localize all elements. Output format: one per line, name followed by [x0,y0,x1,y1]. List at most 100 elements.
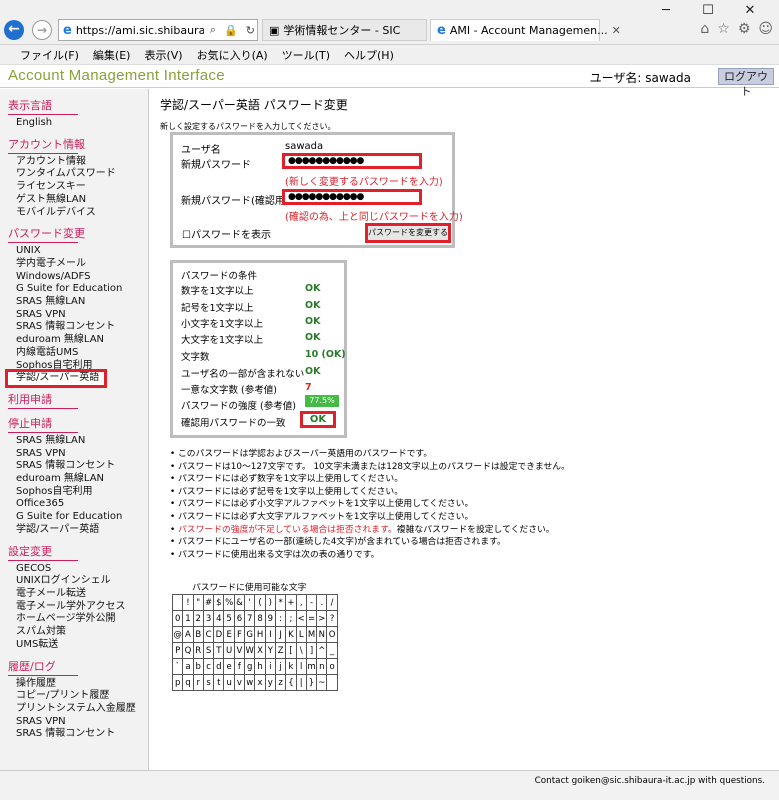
app-header: Account Management Interface ユーザ名: sawad… [0,66,779,98]
char-cell: A [182,626,194,643]
note-item: パスワードは10～127文字です。 10文字未満または128文字以上のパスワード… [170,461,770,474]
sidebar-item[interactable]: ゲスト無線LAN [16,194,148,207]
confirm-password-input[interactable]: ●●●●●●●●●●● [282,189,422,205]
gear-icon[interactable]: ⚙ [738,21,751,37]
sidebar-item[interactable]: SRAS VPN [16,448,148,461]
sidebar-item[interactable]: モバイルデバイス [16,207,148,220]
char-cell: X [254,642,266,659]
tab-ami[interactable]: e AMI - Account Managemen... ✕ [430,19,621,41]
sidebar-item[interactable]: GECOS [16,563,148,576]
char-cell: B [192,626,204,643]
char-cell: 2 [192,610,204,627]
new-password-input[interactable]: ●●●●●●●●●●● [282,153,422,169]
sidebar-item[interactable]: Sophos自宅利用 [16,360,148,373]
sidebar-section-items: SRAS 無線LAN SRAS VPN SRAS 情報コンセント eduroam 無線… [16,435,148,537]
sidebar-item[interactable]: G Suite for Education [16,283,148,296]
lock-icon[interactable]: 🔒 [222,24,240,37]
sidebar-item[interactable]: English [16,117,148,130]
char-cell: 4 [213,610,225,627]
sidebar-item[interactable]: SRAS 無線LAN [16,435,148,448]
sidebar-item[interactable]: 電子メール学外アクセス [16,601,148,614]
char-cell: \ [295,642,307,659]
char-cell: & [233,594,246,611]
note-item: パスワードに使用出来る文字は次の表の通りです。 [170,549,770,562]
sidebar-item[interactable]: ライセンスキー [16,181,148,194]
sidebar-item[interactable]: アカウント情報 [16,156,148,169]
close-window-button[interactable]: ✕ [729,2,771,20]
sidebar-item[interactable]: UMS転送 [16,639,148,652]
sidebar-item[interactable]: 学内電子メール [16,258,148,271]
search-icon[interactable]: ⌕ [208,23,218,37]
sidebar-item[interactable]: SRAS 情報コンセント [16,321,148,334]
sidebar-item[interactable]: SRAS 無線LAN [16,296,148,309]
back-button[interactable]: ← [4,20,24,40]
char-cell: 8 [254,610,266,627]
sidebar-item[interactable]: 操作履歴 [16,678,148,691]
char-cell: r [192,674,204,691]
menu-favorites[interactable]: お気に入り(A) [197,47,268,63]
checkbox-icon[interactable]: ☐ [182,230,191,241]
char-cell: q [182,674,194,691]
maximize-button[interactable]: ☐ [687,2,729,20]
sidebar-item[interactable]: SRAS VPN [16,309,148,322]
menu-edit[interactable]: 編集(E) [93,47,131,63]
menu-file[interactable]: ファイル(F) [20,47,79,63]
char-cell: d [213,658,225,675]
sidebar-item[interactable]: UNIX [16,245,148,258]
logout-button[interactable]: ログアウト [718,68,774,98]
sidebar-item[interactable]: 電子メール転送 [16,588,148,601]
menu-bar: ファイル(F) 編集(E) 表示(V) お気に入り(A) ツール(T) ヘルプ(… [0,45,779,65]
char-cell: * [274,594,287,611]
condition-status: 10 (OK) [305,349,346,360]
note-item-warning: パスワードの強度が不足している場合は拒否されます。複雑なパスワードを設定してくだ… [170,524,770,537]
sidebar-item[interactable]: Sophos自宅利用 [16,486,148,499]
forward-button[interactable]: → [32,20,52,40]
char-cell: i [264,658,276,675]
char-cell: ` [171,658,184,675]
sidebar-item[interactable]: SRAS VPN [16,716,148,729]
change-password-button[interactable]: パスワードを変更する [365,223,451,243]
smiley-icon[interactable]: ☺ [758,21,773,37]
tab-sic[interactable]: ▣ 学術情報センター - SIC [262,19,427,41]
star-icon[interactable]: ☆ [717,21,730,37]
menu-view[interactable]: 表示(V) [144,47,182,63]
char-cell: Y [264,642,276,659]
minimize-button[interactable]: ─ [645,2,687,20]
sidebar-item[interactable]: スパム対策 [16,626,148,639]
char-cell: 1 [182,610,194,627]
close-icon[interactable]: ✕ [612,24,621,37]
char-cell: N [316,626,328,643]
home-icon[interactable]: ⌂ [700,21,709,37]
sidebar-item[interactable]: 内線電話UMS [16,347,148,360]
char-cell: l [295,658,307,675]
refresh-icon[interactable]: ↻ [244,24,257,37]
sidebar-section-title: アカウント情報 [8,136,85,154]
sidebar-item[interactable]: eduroam 無線LAN [16,334,148,347]
sidebar-item[interactable]: Windows/ADFS [16,271,148,284]
username-label: ユーザ名 [181,145,221,156]
note-text: パスワードにユーザ名の一部(連続した4文字)が含まれている場合は拒否されます。 [178,537,506,548]
sidebar-item[interactable]: eduroam 無線LAN [16,473,148,486]
char-cell: @ [171,626,184,643]
sidebar-item[interactable]: ホームページ学外公開 [16,613,148,626]
sidebar-item[interactable]: SRAS 情報コンセント [16,460,148,473]
menu-help[interactable]: ヘルプ(H) [344,47,394,63]
sidebar-item[interactable]: SRAS 情報コンセント [16,728,148,741]
instruction-text: 新しく設定するパスワードを入力してください。 [160,122,336,131]
note-item: このパスワードは学認およびスーパー英語用のパスワードです。 [170,448,770,461]
sidebar-item[interactable]: プリントシステム入金履歴 [16,703,148,716]
sidebar-item[interactable]: Office365 [16,498,148,511]
char-cell: " [192,594,204,611]
char-cell [171,594,184,611]
sidebar-item[interactable]: 学認/スーパー英語 [4,369,108,388]
char-cell: F [233,626,246,643]
menu-tools[interactable]: ツール(T) [282,47,330,63]
sidebar-item[interactable]: 学認/スーパー英語 [16,524,148,537]
sidebar-item[interactable]: ワンタイムパスワード [16,168,148,181]
sidebar-item[interactable]: コピー/プリント履歴 [16,690,148,703]
show-password-toggle[interactable]: ☐パスワードを表示 [182,226,271,241]
sidebar-item[interactable]: G Suite for Education [16,511,148,524]
address-bar[interactable]: e https://ami.sic.shibaura... ⌕ 🔒 ↻ [58,19,258,41]
sidebar-item[interactable]: UNIXログインシェル [16,575,148,588]
condition-status: OK [305,283,321,294]
